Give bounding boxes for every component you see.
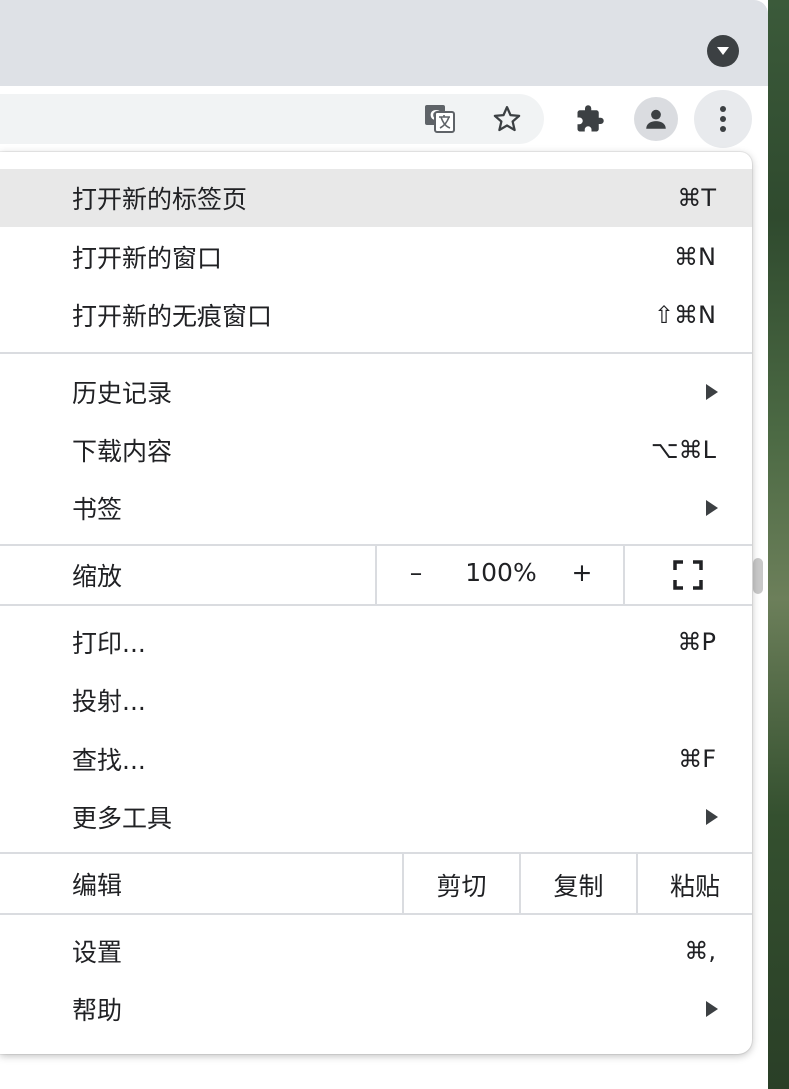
desktop-background — [768, 0, 789, 1089]
zoom-out-button[interactable]: – — [396, 558, 436, 587]
bookmark-star-icon — [493, 106, 521, 132]
zoom-label: 缩放 — [72, 562, 123, 591]
scrollbar[interactable] — [753, 558, 763, 594]
menu-item-help[interactable]: 帮助 — [0, 980, 752, 1038]
fullscreen-button[interactable] — [624, 546, 752, 604]
extensions-icon — [577, 105, 604, 132]
zoom-divider — [375, 546, 377, 604]
menu-divider — [0, 604, 752, 606]
menu-divider — [0, 913, 752, 915]
shortcut-label: ⌘, — [684, 937, 716, 965]
menu-item-new-window[interactable]: 打开新的窗口 ⌘N — [0, 228, 752, 286]
app-menu: 打开新的标签页 ⌘T 打开新的窗口 ⌘N 打开新的无痕窗口 ⇧⌘N 历史记录 下… — [0, 152, 752, 1054]
tab-strip — [0, 0, 768, 86]
menu-item-label: 书签 — [72, 495, 123, 524]
zoom-level: 100% — [465, 558, 537, 587]
menu-item-label: 打开新的窗口 — [72, 244, 223, 273]
menu-item-label: 帮助 — [72, 996, 123, 1025]
submenu-arrow-icon — [706, 809, 718, 825]
menu-icon — [720, 106, 726, 132]
menu-item-label: 投射... — [72, 687, 146, 716]
translate-icon: G — [425, 105, 455, 133]
shortcut-label: ⌘T — [677, 184, 716, 212]
menu-item-label: 更多工具 — [72, 804, 173, 833]
fullscreen-icon — [673, 560, 703, 590]
menu-item-label: 查找... — [72, 746, 146, 775]
menu-item-new-incognito-window[interactable]: 打开新的无痕窗口 ⇧⌘N — [0, 286, 752, 344]
menu-item-downloads[interactable]: 下载内容 ⌥⌘L — [0, 421, 752, 479]
profile-icon — [646, 109, 666, 129]
menu-item-history[interactable]: 历史记录 — [0, 363, 752, 421]
tab-search-button[interactable] — [707, 35, 739, 67]
toolbar: G — [0, 86, 768, 152]
avatar — [634, 97, 678, 141]
shortcut-label: ⌥⌘L — [650, 436, 716, 464]
menu-item-cast[interactable]: 投射... — [0, 671, 752, 729]
menu-item-label: 历史记录 — [72, 379, 173, 408]
zoom-in-button[interactable]: + — [562, 558, 602, 587]
menu-button[interactable] — [694, 90, 752, 148]
submenu-arrow-icon — [706, 384, 718, 400]
copy-button[interactable]: 复制 — [521, 867, 636, 903]
menu-item-label: 设置 — [72, 938, 123, 967]
paste-button[interactable]: 粘贴 — [638, 867, 752, 903]
menu-item-label: 打开新的标签页 — [72, 185, 248, 214]
menu-item-label: 打印... — [72, 629, 146, 658]
menu-item-label: 下载内容 — [72, 437, 173, 466]
shortcut-label: ⇧⌘N — [653, 301, 716, 329]
cut-button[interactable]: 剪切 — [404, 867, 519, 903]
shortcut-label: ⌘P — [677, 628, 716, 656]
profile-button[interactable] — [630, 93, 682, 145]
menu-item-print[interactable]: 打印... ⌘P — [0, 613, 752, 671]
menu-divider — [0, 352, 752, 354]
bookmark-button[interactable] — [481, 93, 533, 145]
chevron-down-icon — [717, 47, 729, 55]
shortcut-label: ⌘N — [674, 243, 716, 271]
menu-item-label: 打开新的无痕窗口 — [72, 302, 273, 331]
menu-item-more-tools[interactable]: 更多工具 — [0, 788, 752, 846]
shortcut-label: ⌘F — [678, 745, 716, 773]
edit-label: 编辑 — [72, 870, 123, 900]
extensions-button[interactable] — [564, 93, 616, 145]
menu-item-find[interactable]: 查找... ⌘F — [0, 730, 752, 788]
translate-button[interactable]: G — [414, 93, 466, 145]
menu-item-bookmarks[interactable]: 书签 — [0, 479, 752, 537]
submenu-arrow-icon — [706, 1001, 718, 1017]
submenu-arrow-icon — [706, 500, 718, 516]
menu-item-new-tab[interactable]: 打开新的标签页 ⌘T — [0, 169, 752, 227]
menu-item-settings[interactable]: 设置 ⌘, — [0, 922, 752, 980]
